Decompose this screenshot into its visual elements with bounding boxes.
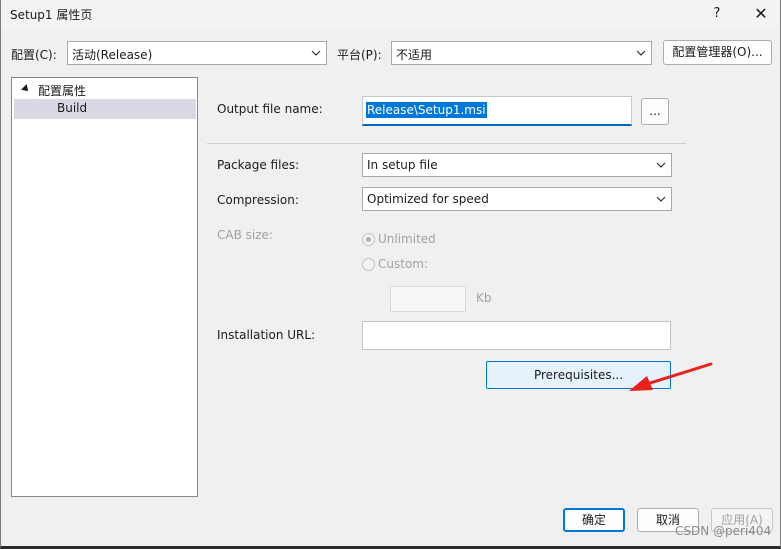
unlimited-radio[interactable] [362, 233, 375, 246]
platform-dropdown[interactable]: 不适用 [391, 41, 652, 65]
output-file-input[interactable]: Release\Setup1.msi [362, 96, 632, 126]
custom-radio[interactable] [362, 258, 375, 271]
installation-url-label: Installation URL: [217, 328, 316, 342]
close-button[interactable]: ✕ [749, 4, 773, 24]
configuration-manager-button[interactable]: 配置管理器(O)... [663, 40, 772, 65]
configuration-label: 配置(C): [11, 48, 57, 62]
ok-button[interactable]: 确定 [563, 508, 625, 532]
package-files-value: In setup file [367, 158, 438, 172]
output-file-value: Release\Setup1.msi [366, 102, 487, 118]
chevron-down-icon [656, 162, 666, 168]
property-pages-dialog: Setup1 属性页 ? ✕ 配置(C): 活动(Release) 平台(P):… [0, 0, 781, 549]
chevron-down-icon [656, 196, 666, 202]
triangle-expanded-icon[interactable] [21, 84, 31, 94]
property-tree: 配置属性 Build [11, 77, 198, 497]
chevron-down-icon [311, 50, 321, 56]
compression-label: Compression: [217, 193, 299, 207]
compression-value: Optimized for speed [367, 192, 489, 206]
package-files-dropdown[interactable]: In setup file [362, 153, 672, 177]
platform-value: 不适用 [396, 48, 433, 62]
cab-size-label: CAB size: [217, 228, 273, 242]
red-annotation-arrow-icon [629, 362, 713, 391]
installation-url-input[interactable] [362, 321, 671, 350]
tree-node-label: 配置属性 [38, 84, 87, 98]
output-file-label: Output file name: [217, 102, 323, 116]
unlimited-radio-label: Unlimited [378, 232, 436, 246]
watermark-text: CSDN @peri404 [675, 524, 772, 538]
title-bar: Setup1 属性页 ? ✕ [1, 0, 780, 30]
configuration-dropdown[interactable]: 活动(Release) [67, 41, 327, 65]
tree-node-config-properties[interactable]: 配置属性 [14, 80, 195, 99]
configuration-value: 活动(Release) [72, 48, 153, 62]
kb-unit-label: Kb [476, 291, 492, 305]
tree-node-label: Build [57, 101, 88, 115]
section-divider [207, 143, 686, 144]
platform-label: 平台(P): [337, 48, 382, 62]
custom-radio-label: Custom: [378, 257, 429, 271]
help-button[interactable]: ? [705, 4, 729, 24]
chevron-down-icon [636, 50, 646, 56]
browse-button[interactable]: ... [641, 98, 669, 125]
compression-dropdown[interactable]: Optimized for speed [362, 187, 672, 211]
window-title: Setup1 属性页 [10, 8, 93, 22]
package-files-label: Package files: [217, 158, 300, 172]
custom-size-input[interactable] [390, 286, 466, 312]
tree-node-build[interactable]: Build [14, 99, 196, 119]
